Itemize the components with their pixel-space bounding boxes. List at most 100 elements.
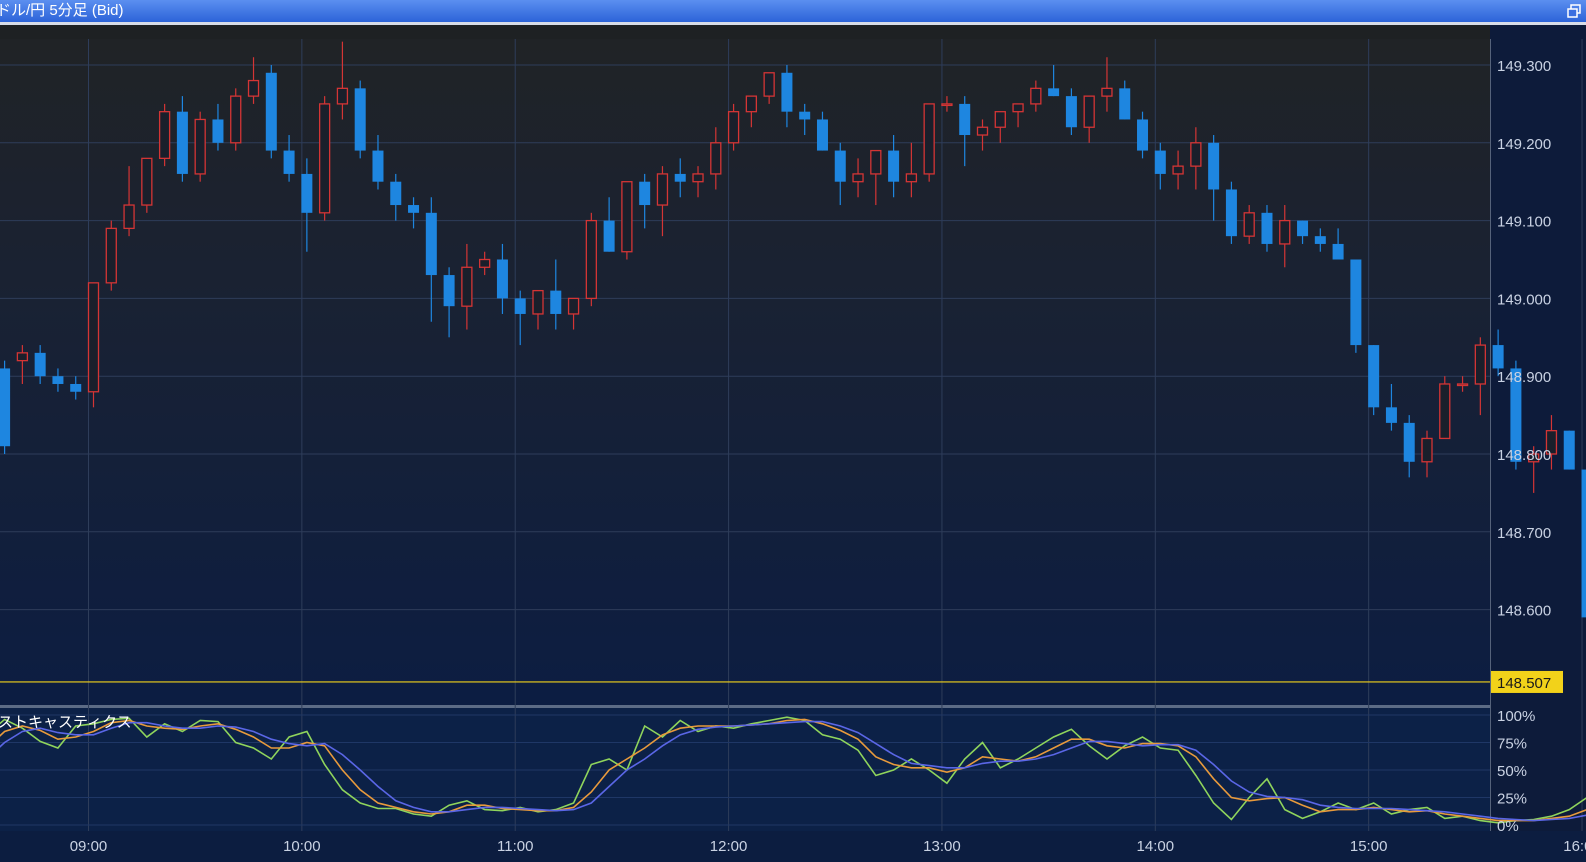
candle-body xyxy=(1137,119,1149,151)
candle-body xyxy=(336,87,349,105)
price-tick-label: 148.900 xyxy=(1497,369,1551,386)
time-tick-label: 15:00 xyxy=(1350,838,1388,855)
candle xyxy=(0,360,11,454)
candle-body xyxy=(674,173,686,182)
candle-body xyxy=(1563,430,1575,470)
candle-body xyxy=(194,118,206,175)
price-chart: 148.507 149.300 149.200 149.100 149.000 148.… xyxy=(0,25,1586,862)
candle-body xyxy=(1119,88,1131,120)
candle-body xyxy=(52,376,64,384)
candle-body xyxy=(1350,259,1362,346)
candle-body xyxy=(1172,165,1184,175)
candle-body xyxy=(1385,407,1397,423)
candle-body xyxy=(532,289,544,315)
time-tick-label: 11:00 xyxy=(497,838,533,855)
candle xyxy=(923,103,935,182)
candle-body xyxy=(1048,88,1060,97)
candle-body xyxy=(745,95,758,113)
time-tick-label: 10:00 xyxy=(283,838,321,855)
candle-body xyxy=(1261,212,1273,244)
candle-body xyxy=(1279,219,1291,245)
candle-body xyxy=(834,150,846,182)
candle-body xyxy=(479,258,491,268)
candle xyxy=(230,88,242,151)
candle-body xyxy=(905,173,918,183)
candle-body xyxy=(16,352,29,362)
candle-body xyxy=(692,173,704,183)
candle-body xyxy=(318,103,331,214)
candle-body xyxy=(781,72,793,112)
price-tick-label: 149.300 xyxy=(1497,58,1551,75)
candle-body xyxy=(1332,243,1344,260)
candle-body xyxy=(1243,212,1255,237)
candle-body xyxy=(852,173,864,183)
candle-body xyxy=(816,119,828,151)
window-titlebar: ドル/円 5分足 (Bid) xyxy=(0,0,1586,22)
candle-body xyxy=(550,290,562,314)
candle xyxy=(1368,345,1380,416)
candle-body xyxy=(1421,437,1433,463)
candle xyxy=(1350,259,1362,353)
candle-body xyxy=(1208,142,1220,190)
candle-body xyxy=(461,266,473,307)
candle-body xyxy=(514,298,526,314)
candle-body xyxy=(959,103,971,136)
price-tick-label: 148.600 xyxy=(1497,603,1551,620)
candle-body xyxy=(603,220,615,252)
candle xyxy=(87,282,100,408)
osc-tick-label: 25% xyxy=(1497,791,1527,808)
candle-body xyxy=(176,111,188,174)
candle-body xyxy=(354,88,366,151)
candle-body xyxy=(141,157,153,206)
time-tick-label: 09:00 xyxy=(70,838,108,855)
candle-body xyxy=(585,219,597,300)
time-axis-bg xyxy=(0,831,1586,862)
top-strip xyxy=(0,25,1490,39)
candle-body xyxy=(105,227,117,284)
candle-body xyxy=(1154,150,1166,174)
candle-body xyxy=(870,149,882,175)
osc-tick-label: 50% xyxy=(1497,763,1527,780)
candle-body xyxy=(1368,345,1380,408)
candle-body xyxy=(443,275,455,307)
candle-body xyxy=(567,297,580,315)
window-restore-icon[interactable] xyxy=(1566,3,1582,19)
candle-body xyxy=(656,173,669,206)
candle-body xyxy=(1581,469,1586,618)
candle-body xyxy=(230,95,242,144)
candle-body xyxy=(158,111,171,160)
candle-body xyxy=(496,259,508,299)
candle-body xyxy=(1190,142,1202,167)
candle-body xyxy=(763,72,775,97)
candle-body xyxy=(247,79,260,97)
candle-body xyxy=(923,103,935,175)
candle-body xyxy=(1492,345,1504,369)
candle-body xyxy=(70,383,82,392)
candle-body xyxy=(425,212,437,276)
osc-tick-label: 100% xyxy=(1497,708,1535,725)
price-tick-label: 148.700 xyxy=(1497,525,1551,542)
candle-body xyxy=(1456,383,1469,387)
candle-body xyxy=(1474,344,1486,385)
candle-body xyxy=(265,72,277,151)
candle-body xyxy=(1012,103,1024,113)
candle-body xyxy=(372,150,384,182)
osc-tick-label: 75% xyxy=(1497,736,1527,753)
candle-body xyxy=(1030,87,1042,105)
candle-body xyxy=(639,181,651,206)
current-price-label: 148.507 xyxy=(1497,675,1551,692)
price-tick-label: 149.100 xyxy=(1497,214,1551,231)
candle-body xyxy=(1403,422,1415,462)
price-tick-label: 149.200 xyxy=(1497,136,1551,153)
candle-body xyxy=(87,282,100,393)
candle xyxy=(318,96,331,221)
candle xyxy=(1563,430,1575,470)
candle-body xyxy=(390,181,402,206)
candle xyxy=(621,181,633,260)
candle-body xyxy=(888,150,900,182)
candle xyxy=(194,111,206,182)
candle-body xyxy=(994,111,1006,128)
candle-body xyxy=(1297,220,1309,237)
candle-body xyxy=(301,173,313,213)
main-panel-bg xyxy=(0,39,1490,705)
